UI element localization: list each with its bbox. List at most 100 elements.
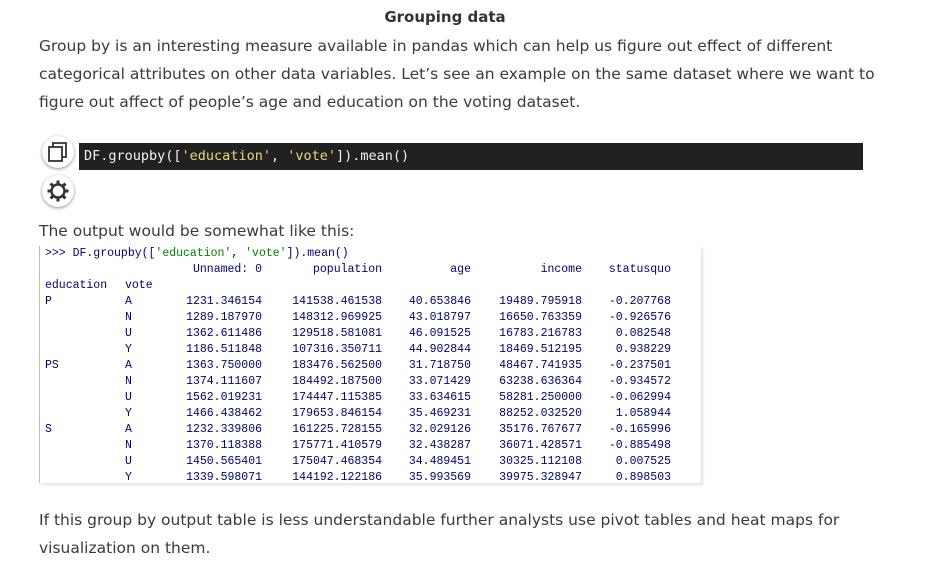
row-vote-label: N [125, 375, 132, 388]
table-cell: 88252.032520 [499, 407, 582, 420]
table-cell: 0.938229 [615, 343, 671, 356]
table-cell: 32.438287 [408, 439, 471, 452]
row-vote-label: Y [125, 343, 132, 356]
table-cell: 16650.763359 [499, 311, 582, 324]
code-block[interactable]: DF.groupby(['education', 'vote']).mean() [79, 143, 863, 170]
copy-button[interactable] [42, 136, 74, 168]
table-cell: 40.653846 [408, 295, 471, 308]
row-vote-label: U [125, 327, 132, 340]
table-cell: 1.058944 [615, 407, 671, 420]
table-cell: 174447.115385 [292, 391, 382, 404]
table-cell: 32.029126 [408, 423, 471, 436]
table-cell: 1362.611486 [186, 327, 262, 340]
row-vote-label: Y [125, 471, 132, 484]
table-cell: 35.993569 [408, 471, 471, 484]
table-cell: -0.207768 [608, 295, 671, 308]
column-header: income [540, 263, 582, 276]
table-cell: 35176.767677 [499, 423, 582, 436]
table-cell: 0.082548 [615, 327, 671, 340]
table-cell: 30325.112108 [499, 455, 582, 468]
table-cell: -0.926576 [608, 311, 671, 324]
table-cell: 48467.741935 [499, 359, 582, 372]
output-prompt: >>> DF.groupby(['education', 'vote']).me… [45, 246, 349, 262]
row-vote-label: A [125, 423, 132, 436]
table-cell: 46.091525 [408, 327, 471, 340]
row-vote-label: Y [125, 407, 132, 420]
table-cell: -0.165996 [608, 423, 671, 436]
column-header: population [312, 263, 382, 276]
table-cell: 1232.339806 [186, 423, 262, 436]
table-cell: 1231.346154 [186, 295, 262, 308]
table-cell: 161225.728155 [292, 423, 382, 436]
code-string: 'education' [181, 148, 271, 164]
table-cell: 18469.512195 [499, 343, 582, 356]
prompt-string: 'education' [155, 247, 232, 260]
row-education-label: PS [45, 359, 59, 372]
column-header: statusquo [608, 263, 671, 276]
table-cell: 35.469231 [408, 407, 471, 420]
row-vote-label: U [125, 391, 132, 404]
table-cell: 0.007525 [615, 455, 671, 468]
table-cell: 1339.598071 [186, 471, 262, 484]
gear-icon [47, 180, 69, 202]
table-cell: 63238.636364 [499, 375, 582, 388]
table-cell: 107316.350711 [292, 343, 382, 356]
column-header: age [450, 263, 471, 276]
row-education-label: P [45, 295, 52, 308]
table-cell: 43.018797 [408, 311, 471, 324]
table-cell: 1370.118388 [186, 439, 262, 452]
table-cell: 1466.438462 [186, 407, 262, 420]
code-text: , [270, 148, 288, 164]
table-cell: 1374.111607 [186, 375, 262, 388]
table-cell: 1186.511848 [186, 343, 262, 356]
row-vote-label: N [125, 439, 132, 452]
table-cell: 39975.328947 [499, 471, 582, 484]
table-cell: 58281.250000 [499, 391, 582, 404]
table-cell: 183476.562500 [292, 359, 382, 372]
table-cell: 141538.461538 [292, 295, 382, 308]
output-intro: The output would be somewhat like this: [39, 222, 355, 240]
table-cell: 129518.581081 [292, 327, 382, 340]
table-cell: 31.718750 [408, 359, 471, 372]
table-cell: 1363.750000 [186, 359, 262, 372]
table-cell: 0.898503 [615, 471, 671, 484]
row-education-label: S [45, 423, 52, 436]
prompt-string: 'vote' [245, 247, 287, 260]
output-screenshot: >>> DF.groupby(['education', 'vote']).me… [39, 246, 701, 484]
column-header: Unnamed: 0 [192, 263, 262, 276]
table-cell: -0.885498 [608, 439, 671, 452]
table-cell: 19489.795918 [499, 295, 582, 308]
settings-button[interactable] [42, 175, 74, 207]
table-cell: 33.071429 [408, 375, 471, 388]
table-cell: 179653.846154 [292, 407, 382, 420]
conclusion-paragraph: If this group by output table is less un… [39, 511, 840, 557]
table-cell: 34.489451 [408, 455, 471, 468]
table-cell: 1450.565401 [186, 455, 262, 468]
table-cell: 1562.019231 [186, 391, 262, 404]
copy-icon [48, 142, 67, 162]
table-cell: 36071.428571 [499, 439, 582, 452]
prompt-text: >>> DF.groupby([ [45, 247, 156, 260]
table-cell: 16783.216783 [499, 327, 582, 340]
table-cell: 144192.122186 [292, 471, 382, 484]
section-heading: Grouping data [384, 8, 506, 26]
index-name: education [45, 279, 108, 292]
intro-paragraph: Group by is an interesting measure avail… [39, 37, 875, 111]
row-vote-label: A [125, 295, 132, 308]
table-cell: 175047.468354 [292, 455, 382, 468]
table-cell: -0.237501 [608, 359, 671, 372]
prompt-text: ]).mean() [286, 247, 349, 260]
index-name: vote [125, 279, 153, 292]
table-cell: -0.934572 [608, 375, 671, 388]
code-text: ]).mean() [336, 148, 410, 164]
prompt-text: , [231, 247, 246, 260]
row-vote-label: U [125, 455, 132, 468]
row-vote-label: A [125, 359, 132, 372]
table-cell: 184492.187500 [292, 375, 382, 388]
code-text: DF.groupby([ [84, 148, 182, 164]
table-cell: 1289.187970 [186, 311, 262, 324]
table-cell: -0.062994 [608, 391, 671, 404]
code-string: 'vote' [287, 148, 336, 164]
table-cell: 33.634615 [408, 391, 471, 404]
row-vote-label: N [125, 311, 132, 324]
